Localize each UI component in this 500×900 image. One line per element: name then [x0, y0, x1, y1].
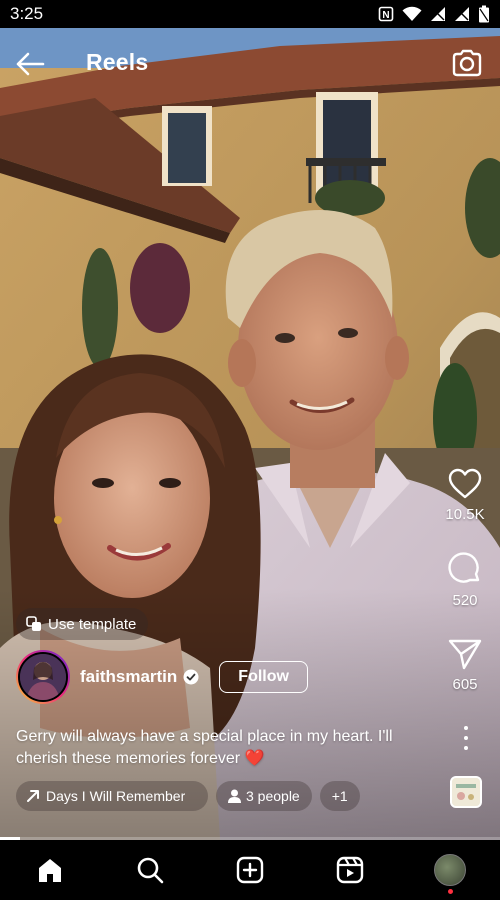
nfc-icon: N [378, 6, 394, 22]
audio-cover-art [452, 778, 480, 806]
more-vertical-icon-dot-3 [464, 746, 468, 750]
battery-icon [479, 5, 489, 23]
author-avatar[interactable] [16, 650, 70, 704]
paper-plane-icon [448, 639, 482, 670]
plus-square-icon [236, 856, 264, 884]
verified-badge-icon [183, 669, 199, 685]
caption-emoji: ❤️ [244, 750, 265, 767]
reels-icon [336, 856, 364, 884]
author-row: faithsmartin Follow [16, 650, 308, 704]
camera-button[interactable] [450, 46, 484, 80]
author-username[interactable]: faithsmartin [80, 667, 177, 687]
signal-icon [431, 7, 445, 21]
more-vertical-icon-dot-2 [464, 736, 468, 740]
arrow-left-icon [16, 52, 45, 76]
more-vertical-icon-dot-1 [464, 726, 468, 730]
notification-dot [448, 889, 453, 894]
people-tag-chip[interactable]: 3 people [216, 781, 312, 811]
back-button[interactable] [14, 48, 46, 80]
template-icon [26, 616, 41, 631]
audio-thumbnail[interactable] [450, 776, 482, 808]
people-tag-label: 3 people [246, 788, 300, 804]
comment-count: 520 [452, 592, 478, 609]
status-time: 3:25 [10, 4, 44, 23]
comment-bubble-icon [448, 552, 480, 583]
use-template-button[interactable]: Use template [16, 608, 149, 640]
nav-create[interactable] [225, 845, 275, 895]
bottom-nav [0, 840, 500, 900]
person-icon [228, 789, 241, 803]
nav-home[interactable] [25, 845, 75, 895]
trending-arrow-icon [27, 790, 39, 802]
caption-text: Gerry will always have a special place i… [16, 728, 393, 767]
like-count: 10.5K [445, 506, 485, 523]
reel-video-frame [0, 28, 500, 840]
profile-avatar [434, 854, 466, 886]
nav-profile[interactable] [425, 845, 475, 895]
comment-button[interactable]: 520 [430, 552, 500, 609]
more-tags-label: +1 [331, 788, 348, 804]
status-bar: 3:25 N [0, 0, 500, 28]
follow-button[interactable]: Follow [219, 661, 308, 693]
reel-chips: Days I Will Remember 3 people +1 [16, 781, 360, 811]
nav-search[interactable] [125, 845, 175, 895]
status-icons: N [378, 5, 490, 23]
avatar-photo [20, 654, 66, 700]
more-options-button[interactable] [456, 726, 476, 750]
camera-icon [452, 49, 482, 77]
page-title: Reels [86, 49, 149, 75]
more-tags-chip[interactable]: +1 [319, 781, 360, 811]
use-template-label: Use template [48, 615, 137, 633]
audio-chip[interactable]: Days I Will Remember [16, 781, 208, 811]
author-avatar-image [18, 652, 68, 702]
reel-video[interactable] [0, 28, 500, 840]
search-icon [137, 857, 164, 884]
home-icon [39, 859, 61, 882]
wifi-icon [402, 6, 422, 21]
svg-text:N: N [382, 10, 389, 21]
reel-caption[interactable]: Gerry will always have a special place i… [16, 726, 446, 770]
top-bar: Reels [0, 28, 500, 98]
nav-reels[interactable] [325, 845, 375, 895]
audio-title: Days I Will Remember [46, 788, 186, 804]
share-count: 605 [452, 676, 478, 693]
like-button[interactable]: 10.5K [430, 468, 500, 523]
heart-icon [448, 468, 482, 499]
signal-icon-2 [455, 7, 469, 21]
share-button[interactable]: 605 [430, 638, 500, 693]
